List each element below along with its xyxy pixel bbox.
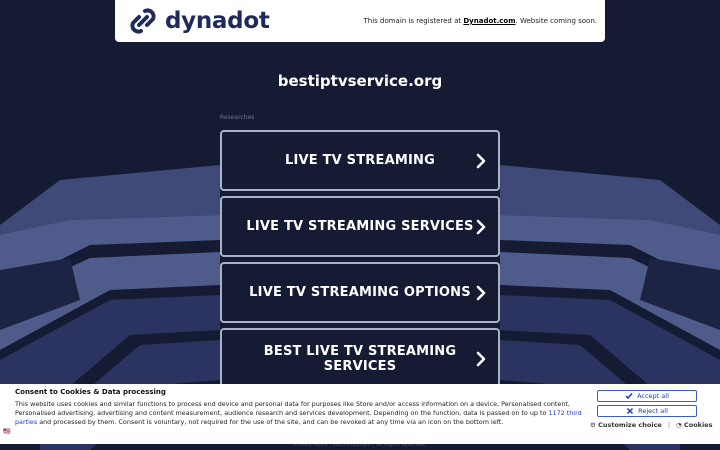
chevron-right-icon xyxy=(476,285,486,300)
dynadot-logo-icon xyxy=(130,8,156,34)
close-icon xyxy=(627,407,634,415)
dynadot-logo[interactable]: dynadot xyxy=(127,5,270,37)
cookies-link[interactable]: ◔ Cookies xyxy=(676,421,712,429)
related-link-label: LIVE TV STREAMING xyxy=(285,153,435,168)
chevron-right-icon xyxy=(476,219,486,234)
registrar-banner: dynadot This domain is registered at Dyn… xyxy=(115,0,605,42)
related-link-button[interactable]: LIVE TV STREAMING SERVICES xyxy=(220,196,500,257)
logo-text: dynadot xyxy=(165,8,270,34)
accept-all-button[interactable]: Accept all xyxy=(597,390,697,402)
gear-icon: ⚙ xyxy=(590,421,596,429)
separator: | xyxy=(667,421,671,429)
domain-title: bestiptvservice.org xyxy=(277,72,443,90)
dynadot-link[interactable]: Dynadot.com xyxy=(463,17,515,25)
related-links-list: LIVE TV STREAMING LIVE TV STREAMING SERV… xyxy=(220,130,500,394)
related-link-label: BEST LIVE TV STREAMING SERVICES xyxy=(263,343,457,374)
related-link-button[interactable]: LIVE TV STREAMING OPTIONS xyxy=(220,262,500,323)
flag-icon[interactable]: 🇺🇸 xyxy=(3,428,10,435)
customize-choice-link[interactable]: ⚙ Customize choice xyxy=(590,421,662,429)
researches-label: Researches xyxy=(220,114,255,121)
consent-text: This website uses cookies and similar fu… xyxy=(15,400,582,426)
reject-all-button[interactable]: Reject all xyxy=(597,405,697,417)
chevron-right-icon xyxy=(476,351,486,366)
cookie-icon: ◔ xyxy=(676,421,682,429)
checkmark-icon xyxy=(625,393,633,400)
consent-title: Consent to Cookies & Data processing xyxy=(15,388,166,396)
consent-secondary-links: ⚙ Customize choice | ◔ Cookies xyxy=(590,421,713,429)
related-link-button[interactable]: BEST LIVE TV STREAMING SERVICES xyxy=(220,328,500,389)
related-link-label: LIVE TV STREAMING OPTIONS xyxy=(249,285,471,300)
related-link-button[interactable]: LIVE TV STREAMING xyxy=(220,130,500,191)
registration-note: This domain is registered at Dynadot.com… xyxy=(363,17,597,25)
cookie-consent-banner: Consent to Cookies & Data processing Thi… xyxy=(0,384,720,444)
related-link-label: LIVE TV STREAMING SERVICES xyxy=(246,219,474,234)
chevron-right-icon xyxy=(476,153,486,168)
